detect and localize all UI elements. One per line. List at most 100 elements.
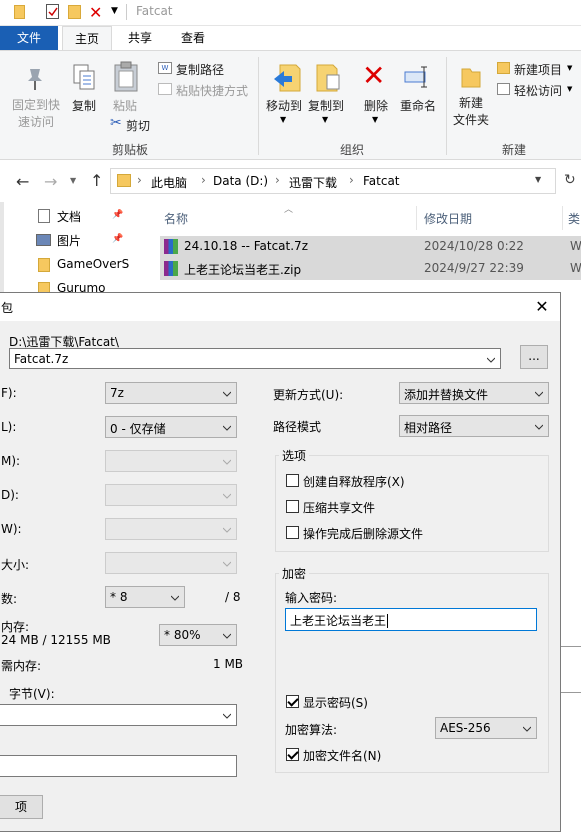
threads-select[interactable]: * 8 bbox=[105, 586, 185, 608]
column-header-date[interactable]: 修改日期 bbox=[424, 210, 472, 227]
dictionary-size-select[interactable] bbox=[105, 484, 237, 506]
rename-button[interactable]: 重命名 bbox=[399, 97, 437, 114]
split-volume-combobox[interactable] bbox=[0, 704, 237, 726]
breadcrumb-fatcat[interactable]: Fatcat bbox=[363, 174, 400, 188]
delete-after-checkbox[interactable] bbox=[286, 526, 299, 539]
show-password-checkbox[interactable] bbox=[286, 695, 299, 708]
parameters-input[interactable] bbox=[0, 755, 237, 777]
compression-method-select[interactable] bbox=[105, 450, 237, 472]
archive-name-combobox[interactable]: Fatcat.7z bbox=[9, 348, 501, 369]
nav-pane-divider bbox=[0, 202, 4, 302]
threads-value: * 8 bbox=[110, 590, 128, 604]
encryption-method-value: AES-256 bbox=[440, 721, 491, 735]
group-organize-label: 组织 bbox=[340, 143, 365, 157]
update-mode-select[interactable]: 添加并替换文件 bbox=[399, 382, 549, 404]
chevron-down-icon bbox=[223, 527, 231, 533]
tab-home[interactable]: 主页 bbox=[62, 26, 112, 50]
chevron-right-icon[interactable]: › bbox=[201, 173, 206, 187]
solid-block-label: 大小: bbox=[1, 558, 30, 572]
refresh-icon[interactable]: ↻ bbox=[564, 172, 576, 188]
chevron-down-icon bbox=[223, 425, 231, 431]
chevron-down-icon bbox=[223, 493, 231, 499]
cut-button[interactable]: 剪切 bbox=[126, 117, 150, 134]
back-arrow-icon[interactable]: ← bbox=[16, 172, 29, 191]
threads-label: 数: bbox=[1, 592, 18, 606]
chevron-down-icon bbox=[223, 561, 231, 567]
chevron-down-icon bbox=[223, 633, 231, 639]
split-volume-label: 字节(V): bbox=[9, 687, 55, 701]
copy-path-button[interactable]: 复制路径 bbox=[176, 61, 224, 78]
browse-button[interactable]: ... bbox=[520, 345, 548, 369]
delete-icon[interactable]: ✕ bbox=[89, 3, 102, 22]
threads-max: / 8 bbox=[225, 590, 241, 604]
breadcrumb-drive[interactable]: Data (D:) bbox=[213, 174, 268, 188]
chevron-down-icon[interactable] bbox=[223, 712, 231, 720]
copy-to-icon bbox=[313, 61, 343, 95]
copy-to-button[interactable]: 复制到 bbox=[307, 97, 345, 114]
chevron-right-icon[interactable]: › bbox=[137, 173, 142, 187]
compress-shared-checkbox[interactable] bbox=[286, 500, 299, 513]
memory-percent-select[interactable]: * 80% bbox=[159, 624, 237, 646]
pin-quick-access-button[interactable]: 固定到快 速访问 bbox=[8, 97, 64, 131]
chevron-right-icon[interactable]: › bbox=[349, 173, 354, 187]
paste-icon bbox=[113, 61, 139, 93]
nav-item-pictures[interactable]: 图片 bbox=[57, 232, 81, 249]
up-arrow-icon[interactable]: ↑ bbox=[90, 171, 103, 190]
easy-access-button[interactable]: 轻松访问 bbox=[514, 82, 562, 99]
tab-view[interactable]: 查看 bbox=[168, 26, 218, 50]
chevron-right-icon[interactable]: › bbox=[275, 173, 280, 187]
path-mode-value: 相对路径 bbox=[404, 421, 453, 435]
folder-icon[interactable] bbox=[14, 5, 25, 19]
file-row[interactable]: 上老王论坛当老王.zip 2024/9/27 22:39 W bbox=[160, 258, 581, 280]
dialog-title-bar: 包 ✕ bbox=[0, 293, 560, 321]
solid-block-select[interactable] bbox=[105, 552, 237, 574]
properties-icon[interactable] bbox=[46, 4, 59, 19]
column-header-type[interactable]: 类 bbox=[568, 210, 580, 227]
encrypt-names-checkbox[interactable] bbox=[286, 748, 299, 761]
address-bar[interactable]: › 此电脑 › Data (D:) › 迅雷下载 › Fatcat ▼ bbox=[110, 168, 556, 194]
copy-button[interactable]: 复制 bbox=[70, 97, 98, 114]
chevron-down-icon bbox=[535, 424, 543, 430]
new-folder-button[interactable]: 新建 文件夹 bbox=[450, 95, 492, 129]
dialog-title: 包 bbox=[1, 301, 14, 315]
nav-item-documents[interactable]: 文档 bbox=[57, 208, 81, 225]
encryption-method-select[interactable]: AES-256 bbox=[435, 717, 537, 739]
easy-access-icon bbox=[497, 83, 510, 95]
tab-share[interactable]: 共享 bbox=[115, 26, 165, 50]
path-mode-label: 路径模式 bbox=[273, 420, 322, 434]
move-to-button[interactable]: 移动到 bbox=[265, 97, 303, 114]
chevron-down-icon[interactable]: ▼ bbox=[70, 176, 76, 185]
paste-button[interactable]: 粘贴 bbox=[110, 97, 140, 114]
new-folder-icon[interactable] bbox=[68, 5, 81, 19]
paste-shortcut-button[interactable]: 粘贴快捷方式 bbox=[176, 82, 248, 99]
tab-file[interactable]: 文件 bbox=[0, 26, 58, 50]
chevron-down-icon[interactable] bbox=[487, 356, 495, 364]
forward-arrow-icon[interactable]: → bbox=[44, 172, 57, 191]
documents-icon bbox=[38, 209, 50, 223]
archive-icon bbox=[164, 239, 178, 254]
breadcrumb-xunlei[interactable]: 迅雷下载 bbox=[289, 174, 337, 191]
navigation-pane: 文档 📌 图片 📌 GameOverS Gurumo bbox=[0, 202, 140, 302]
chevron-down-icon[interactable]: ▼ bbox=[535, 175, 541, 184]
breadcrumb-this-pc[interactable]: 此电脑 bbox=[151, 174, 187, 191]
archive-format-select[interactable]: 7z bbox=[105, 382, 237, 404]
password-input[interactable]: 上老王论坛当老王 bbox=[285, 608, 537, 631]
options-button[interactable]: 项 bbox=[0, 795, 43, 819]
delete-button[interactable]: 删除 bbox=[362, 97, 390, 114]
ribbon: 固定到快 速访问 复制 粘贴 W 复制路径 粘贴快捷方式 ✂ 剪切 剪贴板 移动… bbox=[0, 50, 581, 160]
chevron-down-icon: ▼ bbox=[322, 115, 329, 124]
path-mode-select[interactable]: 相对路径 bbox=[399, 415, 549, 437]
level-label: L): bbox=[1, 420, 17, 434]
column-header-name[interactable]: 名称 bbox=[164, 210, 188, 227]
create-sfx-checkbox[interactable] bbox=[286, 474, 299, 487]
pin-icon bbox=[24, 65, 46, 91]
background-divider bbox=[561, 646, 581, 647]
new-item-button[interactable]: 新建项目 bbox=[514, 61, 562, 78]
nav-item-gameovers[interactable]: GameOverS bbox=[57, 257, 129, 271]
folder-icon bbox=[117, 174, 131, 187]
close-icon[interactable]: ✕ bbox=[532, 297, 552, 316]
file-row[interactable]: 24.10.18 -- Fatcat.7z 2024/10/28 0:22 W bbox=[160, 236, 581, 258]
customize-toolbar-icon[interactable]: ▼ bbox=[111, 6, 118, 16]
word-size-select[interactable] bbox=[105, 518, 237, 540]
compression-level-select[interactable]: 0 - 仅存储 bbox=[105, 416, 237, 438]
